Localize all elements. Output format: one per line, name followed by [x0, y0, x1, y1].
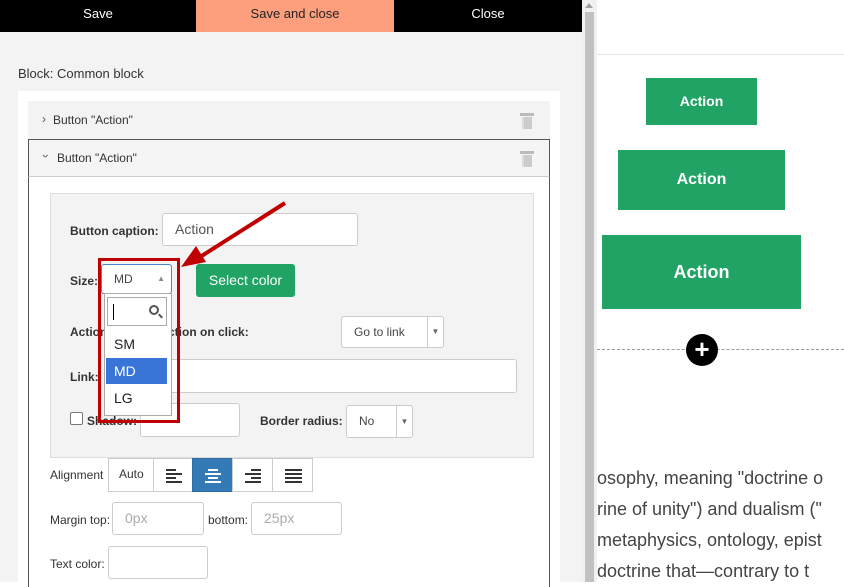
close-button[interactable]: Close	[394, 0, 582, 32]
caret-down-icon: ▼	[396, 406, 412, 437]
size-label: Size:	[70, 274, 99, 288]
scroll-up-arrow-icon[interactable]	[585, 3, 593, 8]
preview-text-line: osophy, meaning "doctrine o	[597, 468, 824, 488]
margin-top-input[interactable]: 0px	[112, 502, 204, 535]
shadow-checkbox[interactable]	[70, 412, 83, 425]
border-radius-select[interactable]: No ▼	[346, 405, 413, 438]
highlight-box	[98, 258, 180, 423]
caption-label: Button caption:	[70, 224, 159, 238]
block-title: Block: Common block	[18, 66, 144, 81]
preview-text-line: doctrine that—contrary to t	[597, 561, 810, 581]
preview-button-md[interactable]: Action	[618, 150, 785, 210]
trash-icon[interactable]	[520, 151, 534, 167]
align-center-button[interactable]	[192, 458, 233, 492]
accordion-label: Button "Action"	[57, 151, 137, 165]
action-select[interactable]: Go to link ▼	[341, 316, 444, 348]
text-color-label: Text color:	[50, 557, 105, 571]
action-select-value: Go to link	[354, 325, 405, 339]
add-block-icon[interactable]: +	[686, 334, 718, 366]
chevron-right-icon: ›	[42, 112, 46, 126]
accordion-item-collapsed[interactable]: › Button "Action"	[28, 101, 550, 139]
preview-button-lg[interactable]: Action	[602, 235, 801, 309]
preview-text-line: rine of unity") and dualism ("	[597, 499, 822, 519]
align-justify-button[interactable]	[272, 458, 313, 492]
align-auto-label: Auto	[119, 467, 144, 481]
preview-text-line: metaphysics, ontology, epist	[597, 530, 822, 550]
margin-bottom-input[interactable]: 25px	[251, 502, 342, 535]
text-color-input[interactable]	[108, 546, 208, 579]
preview-divider-top	[597, 54, 844, 55]
accordion-item-expanded[interactable]: › Button "Action"	[28, 139, 550, 177]
accordion-label: Button "Action"	[53, 113, 133, 127]
save-and-close-button[interactable]: Save and close	[196, 0, 394, 32]
bottom-label: bottom:	[208, 513, 249, 527]
chevron-down-icon: ›	[39, 154, 53, 158]
scrollbar-thumb[interactable]	[585, 12, 594, 582]
caption-input[interactable]: Action	[162, 213, 358, 246]
caret-down-icon: ▼	[427, 317, 443, 347]
border-radius-label: Border radius:	[260, 414, 343, 428]
link-input[interactable]	[168, 359, 517, 393]
select-color-button[interactable]: Select color	[196, 264, 295, 297]
alignment-label: Alignment	[50, 468, 104, 482]
trash-icon[interactable]	[520, 113, 534, 129]
align-left-button[interactable]	[153, 458, 193, 492]
margin-top-label: Margin top:	[50, 513, 111, 527]
border-radius-value: No	[359, 414, 375, 428]
preview-button-sm[interactable]: Action	[646, 78, 757, 125]
preview-dashed-divider	[597, 349, 844, 350]
align-right-button[interactable]	[232, 458, 273, 492]
save-button[interactable]: Save	[0, 0, 196, 32]
link-label: Link:	[70, 370, 99, 384]
align-auto-button[interactable]: Auto	[108, 458, 154, 492]
